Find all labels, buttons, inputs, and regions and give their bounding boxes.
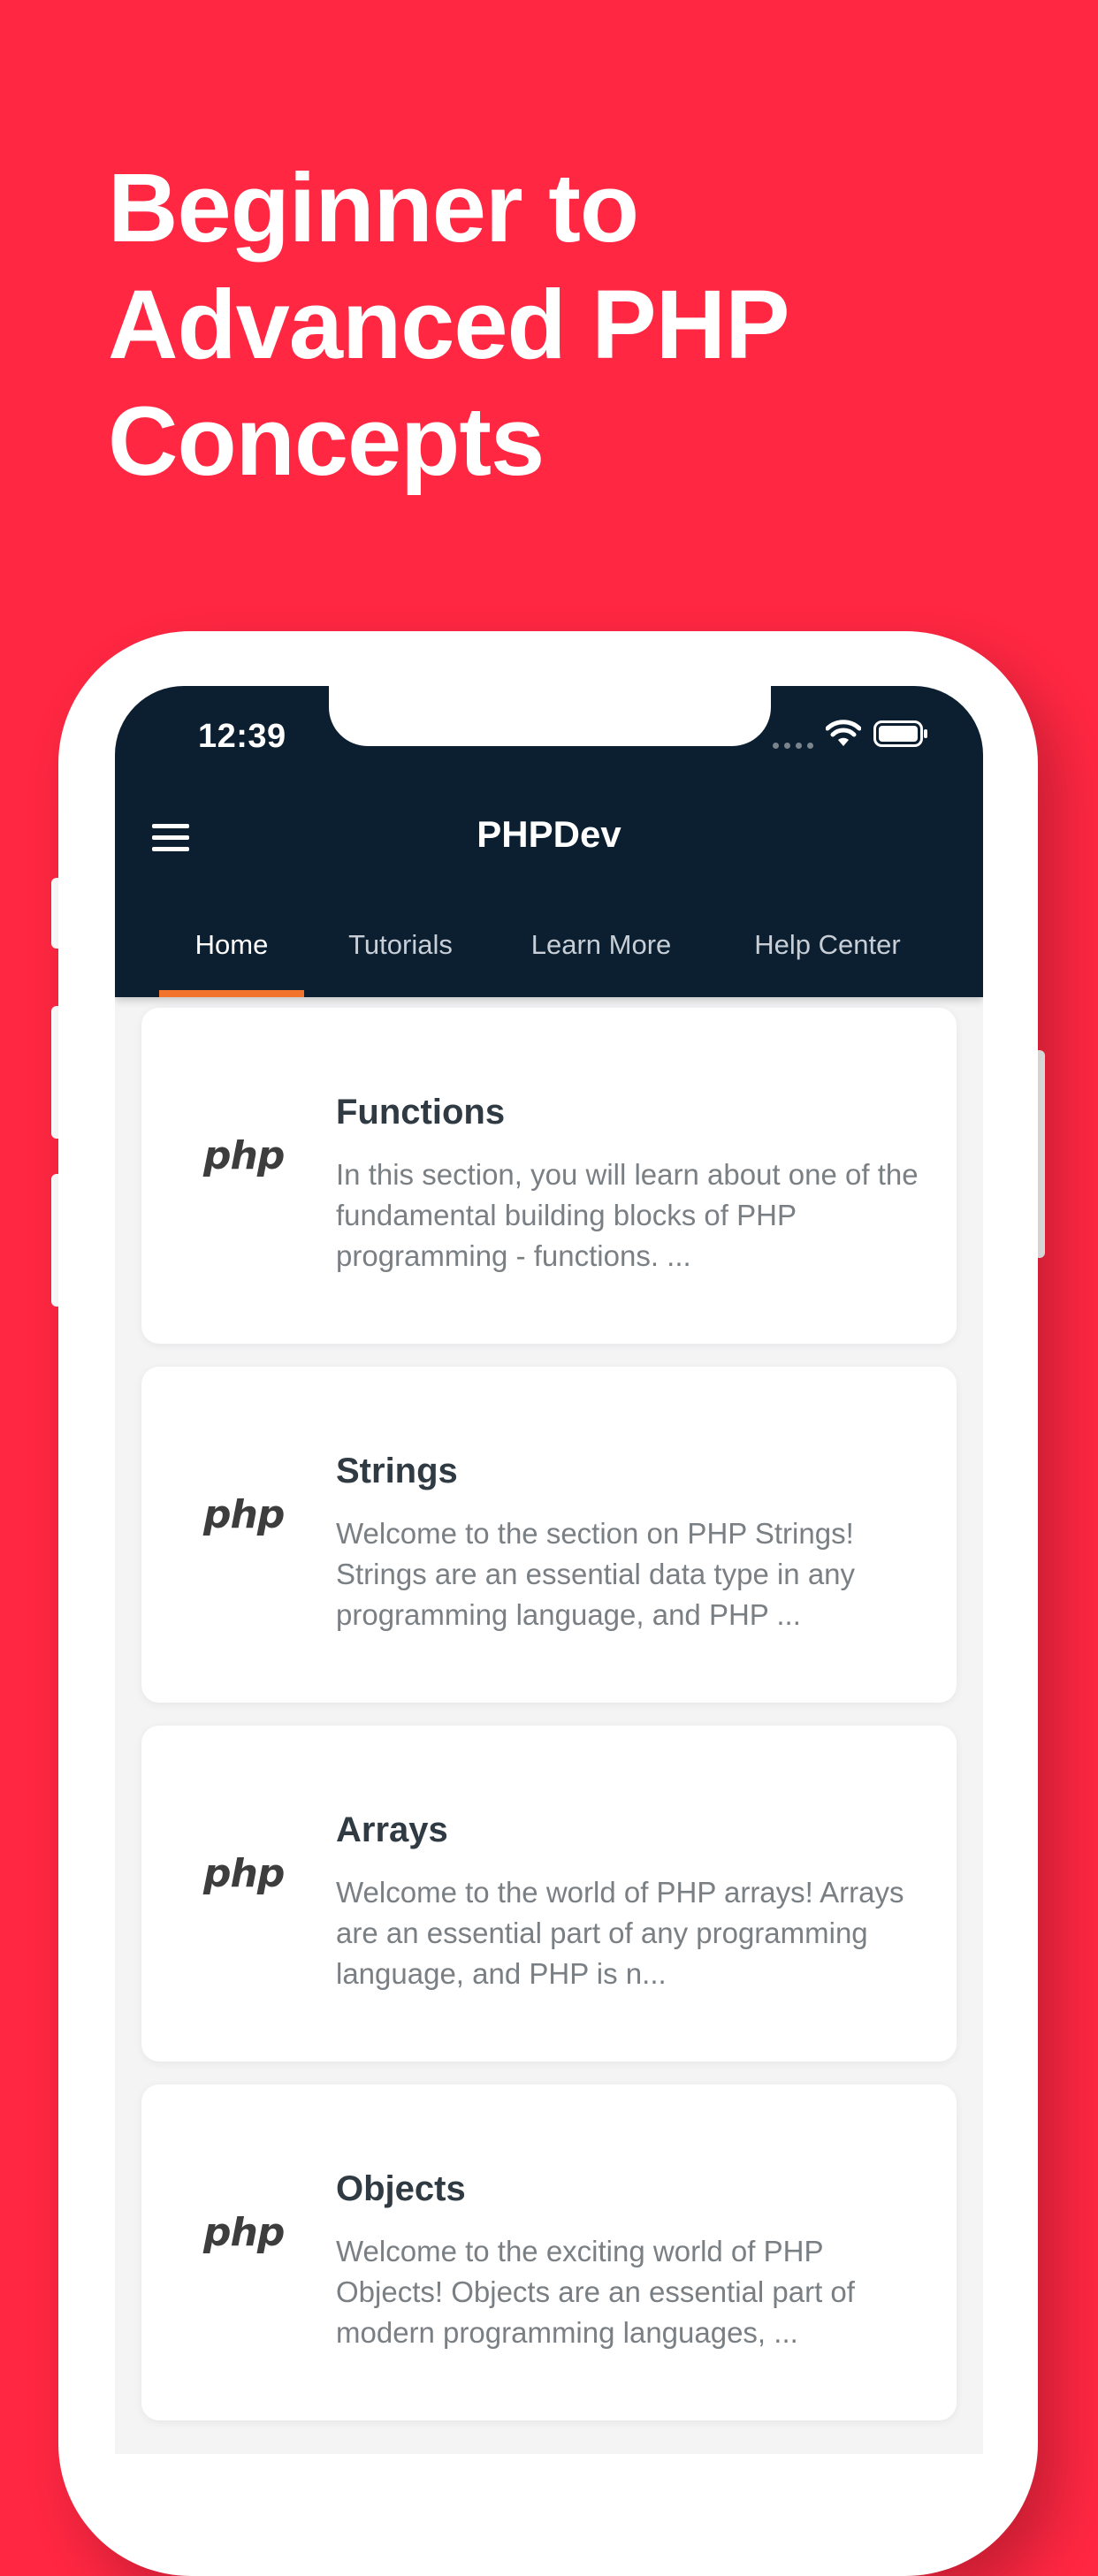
card-description: In this section, you will learn about on…: [336, 1158, 919, 1272]
php-logo-icon: php: [203, 1851, 285, 1896]
tab-help-center[interactable]: Help Center: [721, 923, 934, 997]
card-title: Arrays: [336, 1810, 448, 1849]
list-item-objects[interactable]: php Objects Welcome to the exciting worl…: [141, 2084, 957, 2420]
headline-line-3: Concepts: [108, 387, 545, 496]
status-time: 12:39: [198, 718, 286, 755]
card-title: Objects: [336, 2169, 466, 2208]
phone-notch: [329, 686, 771, 746]
tab-home[interactable]: Home: [159, 923, 304, 997]
list-item-strings[interactable]: php Strings Welcome to the section on PH…: [141, 1367, 957, 1703]
tab-learn-more[interactable]: Learn More: [504, 923, 698, 997]
headline-line-1: Beginner to: [108, 154, 639, 263]
tab-tutorials[interactable]: Tutorials: [318, 923, 483, 997]
cellular-signal-icon: [773, 724, 813, 749]
promo-headline: Beginner to Advanced PHP Concepts: [108, 150, 992, 500]
php-logo-icon: php: [203, 1492, 285, 1537]
phone-screen: 12:39 PHPDev Home Tutorials Learn More H…: [115, 686, 983, 2454]
headline-line-2: Advanced PHP: [108, 271, 789, 379]
wifi-icon: [825, 720, 862, 752]
app-title: PHPDev: [477, 813, 621, 855]
app-bar: 12:39 PHPDev Home Tutorials Learn More H…: [115, 686, 983, 997]
battery-icon: [873, 720, 928, 751]
list-item-functions[interactable]: php Functions In this section, you will …: [141, 1008, 957, 1344]
active-tab-indicator: [159, 990, 304, 997]
php-logo-icon: php: [203, 1133, 285, 1178]
tab-bar: Home Tutorials Learn More Help Center: [115, 923, 983, 997]
card-title: Strings: [336, 1452, 458, 1490]
card-description: Welcome to the world of PHP arrays! Arra…: [336, 1876, 904, 1990]
list-item-arrays[interactable]: php Arrays Welcome to the world of PHP a…: [141, 1726, 957, 2062]
card-description: Welcome to the section on PHP Strings! S…: [336, 1517, 856, 1631]
status-icons: [773, 720, 928, 752]
card-title: Functions: [336, 1093, 506, 1132]
php-logo-icon: php: [203, 2210, 285, 2255]
card-description: Welcome to the exciting world of PHP Obj…: [336, 2235, 855, 2349]
